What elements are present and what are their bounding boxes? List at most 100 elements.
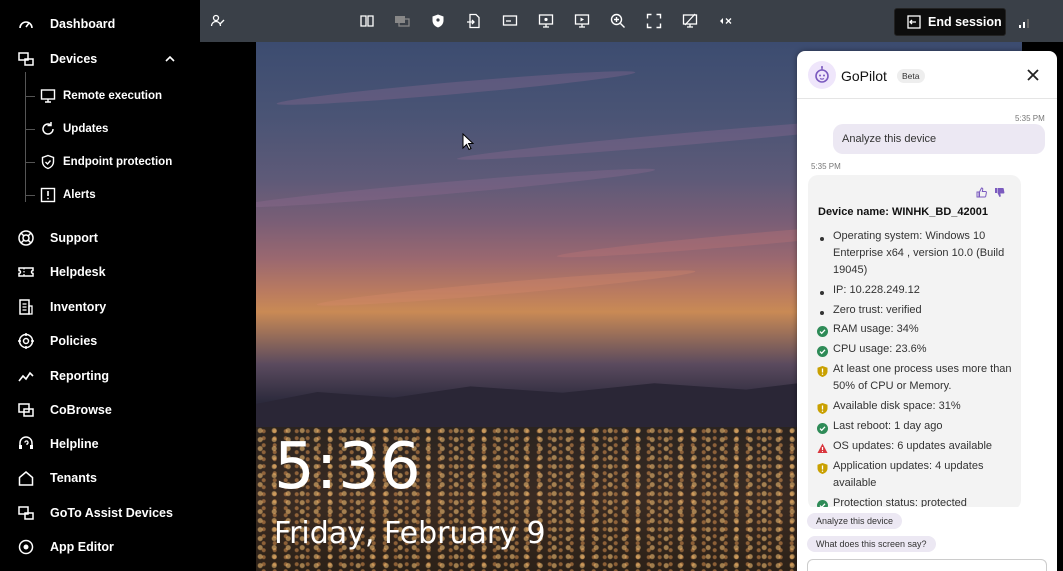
cloud [256,163,656,213]
ip-info: IP: 10.228.249.12 [833,284,920,296]
alert-icon [40,187,56,203]
last-reboot: Last reboot: 1 day ago [833,420,943,432]
nav-label: Tenants [50,471,97,485]
nav-item-app-editor[interactable]: App Editor [0,532,200,562]
application-updates: Application updates: 4 updates available [833,460,984,489]
chart-icon [17,367,35,385]
zoom-in-icon[interactable] [610,13,626,29]
devices-icon [17,50,35,68]
nav-item-remote-execution[interactable]: Remote execution [0,81,200,111]
shield-icon[interactable] [430,13,446,29]
nav-label: Policies [50,334,98,348]
gauge-icon [17,15,35,33]
cobrowse-icon [17,401,35,419]
nav-item-cobrowse[interactable]: CoBrowse [0,395,200,425]
file-transfer-icon[interactable] [466,13,482,29]
user-message-time: 5:35 PM [1015,114,1045,123]
presentation-icon[interactable] [574,13,590,29]
os-updates: OS updates: 6 updates available [833,440,993,452]
nav-label: App Editor [50,540,114,554]
inventory-icon [17,298,35,316]
nav-label: Reporting [50,369,110,383]
bot-message-time: 5:35 PM [811,162,841,171]
end-session-label: End session [928,15,1002,29]
nav-label: Remote execution [63,90,163,102]
nav-item-reporting[interactable]: Reporting [0,361,200,391]
nav-item-policies[interactable]: Policies [0,326,200,356]
nav-label: Inventory [50,300,107,314]
gopilot-logo-icon [808,61,836,89]
nav-item-helpline[interactable]: Helpline [0,429,200,459]
cpu-usage: CPU usage: 23.6% [833,343,927,355]
gopilot-header: GoPilot Beta [797,51,1057,99]
beta-badge: Beta [897,69,925,83]
monitor-icon [40,88,56,104]
check-circle-icon [817,344,828,357]
gear-icon [17,538,35,556]
end-session-button[interactable]: End session [894,8,1006,36]
nav-label: Alerts [63,189,96,201]
mouse-cursor-icon [462,132,475,151]
nav-label: Devices [50,52,98,66]
check-circle-icon [817,421,828,434]
bullet-dot [820,291,824,295]
lifebuoy-icon [17,229,35,247]
shield-icon [40,154,56,170]
nav-item-goto-assist-devices[interactable]: GoTo Assist Devices [0,498,200,528]
nav-label: Support [50,231,98,245]
suggestion-chip-screen[interactable]: What does this screen say? [807,536,936,552]
book-icon[interactable] [359,13,375,29]
mute-sound-icon[interactable] [718,13,734,29]
nav-label: Helpdesk [50,265,106,279]
gear-icon [17,332,35,350]
suggestion-chip-analyze[interactable]: Analyze this device [807,513,903,529]
nav-item-support[interactable]: Support [0,223,200,253]
signal-strength-icon [1018,16,1030,28]
remote-desktop-icon[interactable] [538,13,554,29]
refresh-icon [40,121,56,137]
participants-icon[interactable] [210,13,226,29]
chat-input[interactable] [807,559,1047,571]
sidebar: Dashboard Devices Remote execution Updat… [0,0,200,571]
user-message: Analyze this device [833,124,1045,154]
bot-message: Device name: WINHK_BD_42001 Operating sy… [808,175,1021,511]
check-circle-icon [817,324,828,337]
device-name: Device name: WINHK_BD_42001 [818,206,988,218]
error-triangle-icon [817,441,828,453]
warning-shield-icon [817,364,828,377]
cloud [316,265,696,311]
warning-shield-icon [817,401,828,414]
nav-item-helpdesk[interactable]: Helpdesk [0,257,200,287]
fullscreen-icon[interactable] [646,13,662,29]
nav-item-updates[interactable]: Updates [0,114,200,144]
nav-label: Helpline [50,437,99,451]
exit-icon [907,15,921,29]
chevron-up-icon[interactable] [163,52,177,66]
thumbs-up-icon[interactable] [976,185,987,198]
bullet-dot [820,237,824,241]
gopilot-panel: GoPilot Beta 5:35 PM Analyze this device… [797,51,1057,571]
nav-item-dashboard[interactable]: Dashboard [0,9,200,39]
nav-item-inventory[interactable]: Inventory [0,292,200,322]
nav-item-alerts[interactable]: Alerts [0,180,200,210]
zero-trust-info: Zero trust: verified [833,304,922,316]
screen-icon[interactable] [502,13,518,29]
process-warning: At least one process uses more than 50% … [833,363,1012,392]
screen-off-icon[interactable] [682,13,698,29]
lock-screen-time: 5:36 [274,430,422,504]
nav-label: GoTo Assist Devices [50,506,173,520]
ticket-icon [17,263,35,281]
close-icon[interactable] [1026,68,1040,82]
multi-monitor-icon[interactable] [394,13,410,29]
nav-label: Updates [63,123,109,135]
disk-space: Available disk space: 31% [833,400,961,412]
nav-item-tenants[interactable]: Tenants [0,463,200,493]
os-info: Operating system: Windows 10 Enterprise … [833,230,1005,276]
devices-icon [17,504,35,522]
cloud [276,66,636,110]
lock-screen-date: Friday, February 9 [274,516,546,551]
home-icon [17,469,35,487]
thumbs-down-icon[interactable] [994,185,1005,197]
nav-item-devices[interactable]: Devices [0,44,200,74]
nav-item-endpoint-protection[interactable]: Endpoint protection [0,147,200,177]
